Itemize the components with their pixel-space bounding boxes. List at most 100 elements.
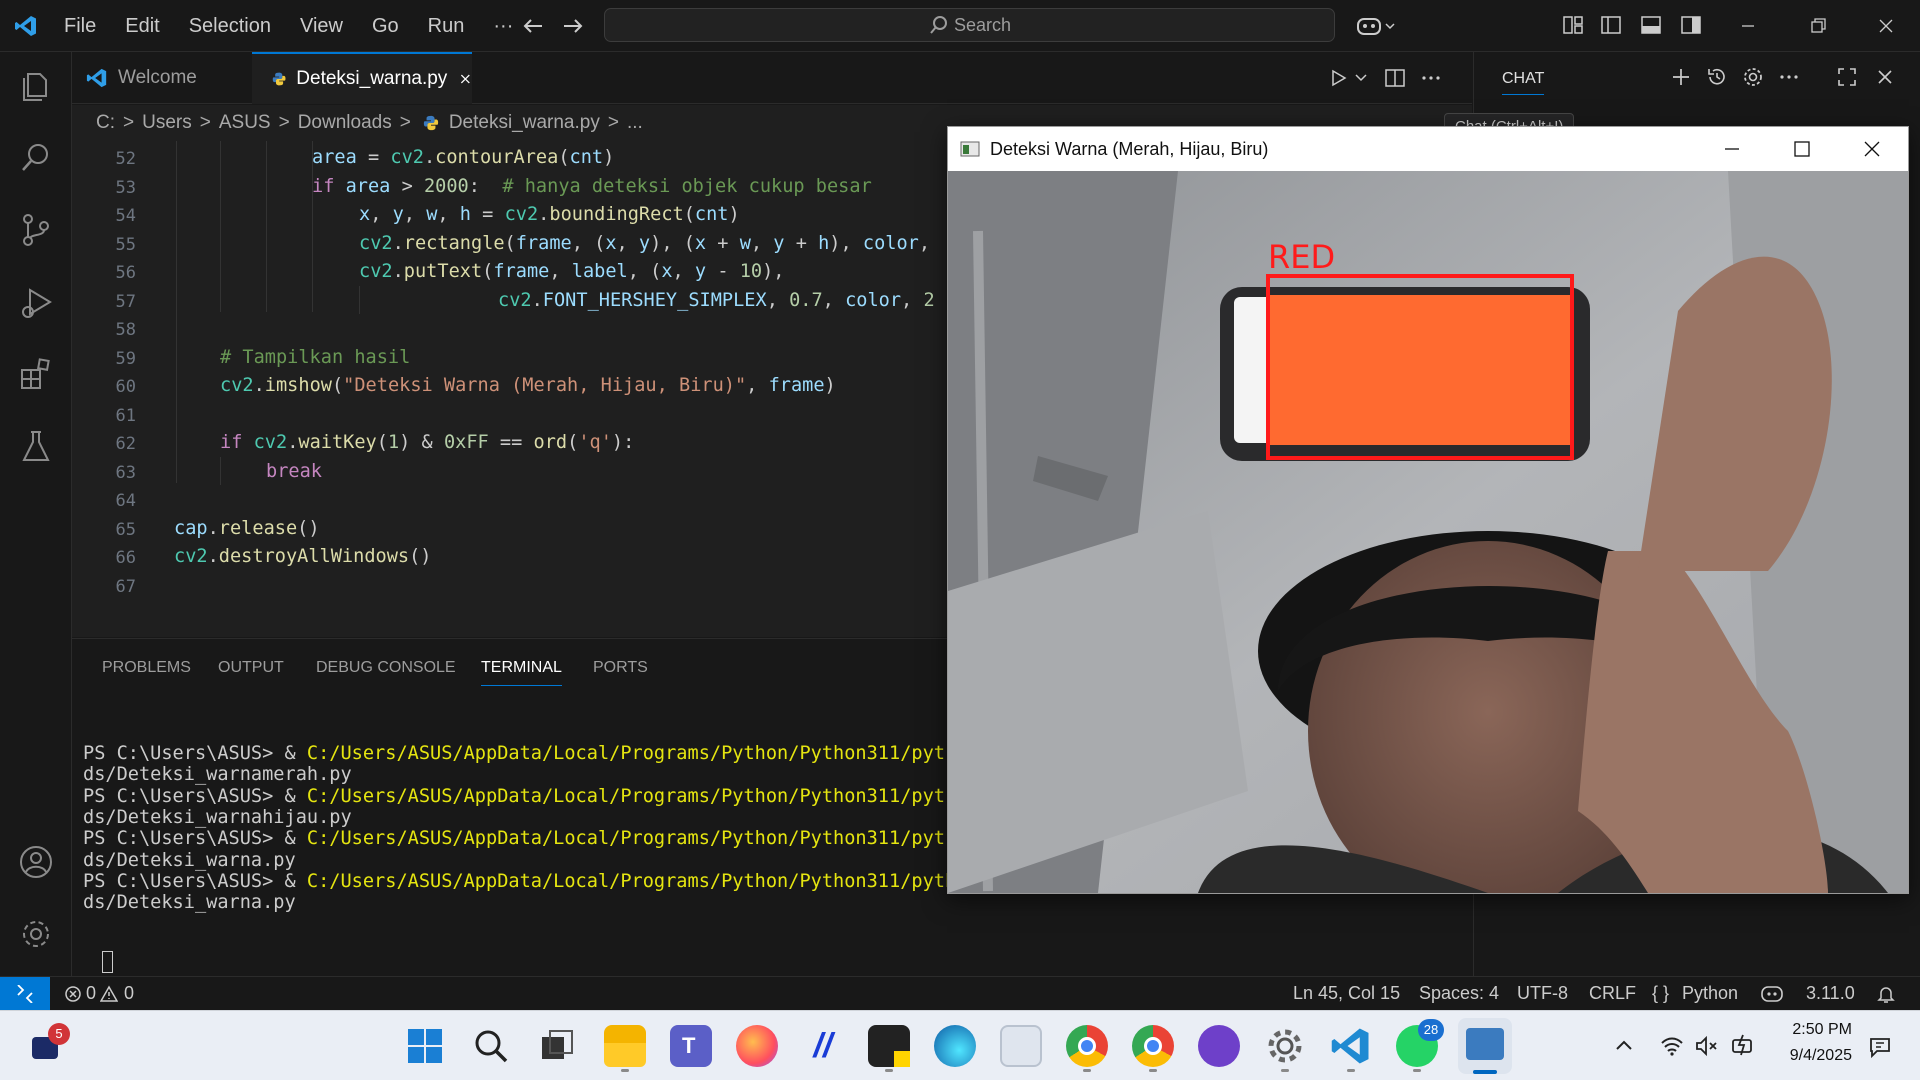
- panel-tab-terminal[interactable]: TERMINAL: [481, 659, 562, 686]
- line-number: 59: [115, 348, 136, 369]
- tab-close-icon[interactable]: [459, 71, 472, 87]
- breadcrumb-sep: >: [607, 112, 619, 133]
- terminal-continuation-line: ds/Deteksi_warna.py: [83, 849, 296, 871]
- close-icon[interactable]: [1876, 16, 1896, 36]
- run-debug-icon[interactable]: [18, 284, 54, 320]
- tab-deteksi-warna[interactable]: Deteksi_warna.py: [252, 52, 472, 104]
- minimize-icon[interactable]: [1738, 16, 1758, 36]
- panel-tab-debug-console[interactable]: DEBUG CONSOLE: [316, 659, 456, 677]
- breadcrumb-users[interactable]: Users: [142, 112, 192, 134]
- teams-icon[interactable]: T: [670, 1025, 712, 1067]
- copilot-icon[interactable]: [1356, 14, 1396, 38]
- breadcrumb-downloads[interactable]: Downloads: [298, 112, 392, 134]
- python-version[interactable]: 3.11.0: [1806, 983, 1855, 1004]
- menu-selection[interactable]: Selection: [189, 15, 271, 38]
- breadcrumb-file[interactable]: Deteksi_warna.py: [449, 112, 600, 134]
- notifications-bell-icon[interactable]: [1876, 984, 1896, 1004]
- error-icon: [65, 985, 81, 1002]
- menu-edit[interactable]: Edit: [125, 15, 159, 38]
- line-number: 56: [115, 263, 136, 283]
- menu-run[interactable]: Run: [428, 15, 465, 38]
- testing-icon[interactable]: [18, 428, 54, 464]
- encoding[interactable]: UTF-8: [1517, 983, 1568, 1004]
- new-chat-plus-icon[interactable]: [1670, 66, 1692, 88]
- github-desktop-icon[interactable]: [1198, 1025, 1240, 1067]
- wifi-icon[interactable]: [1660, 1035, 1684, 1057]
- window-maximize-icon[interactable]: [1792, 139, 1812, 159]
- task-view-icon[interactable]: [536, 1025, 578, 1067]
- panel-tab-problems[interactable]: PROBLEMS: [102, 659, 191, 677]
- notepad-slash-icon[interactable]: //: [802, 1025, 844, 1067]
- toggle-primary-sidebar-icon[interactable]: [1600, 14, 1622, 36]
- chat-tab[interactable]: CHAT: [1502, 70, 1545, 95]
- menu-more[interactable]: ···: [493, 15, 513, 38]
- settings-gear-icon[interactable]: [1264, 1025, 1306, 1067]
- indentation[interactable]: Spaces: 4: [1419, 983, 1499, 1004]
- notification-badge: 5: [48, 1023, 70, 1045]
- problems-indicator[interactable]: 0 0: [64, 983, 134, 1004]
- search-input[interactable]: Search: [604, 8, 1335, 42]
- chat-settings-gear-icon[interactable]: [1742, 66, 1764, 88]
- python-window-taskbar-button[interactable]: [1458, 1018, 1512, 1074]
- opencv-window[interactable]: Deteksi Warna (Merah, Hijau, Biru) RED: [947, 126, 1909, 894]
- breadcrumb-symbol[interactable]: ...: [627, 112, 643, 134]
- window-minimize-icon[interactable]: [1722, 139, 1742, 159]
- terminal-cursor: [102, 951, 113, 973]
- windows-start-icon[interactable]: [404, 1025, 446, 1067]
- split-editor-icon[interactable]: [1384, 67, 1406, 89]
- breadcrumb-asus[interactable]: ASUS: [219, 112, 271, 134]
- maximize-chat-icon[interactable]: [1836, 66, 1858, 88]
- run-file-icon[interactable]: [1328, 68, 1348, 88]
- window-close-icon[interactable]: [1862, 139, 1882, 159]
- show-hidden-icons-chevron-icon[interactable]: [1614, 1037, 1634, 1053]
- taskbar-search-icon[interactable]: [470, 1025, 512, 1067]
- clock-time[interactable]: 2:50 PM: [1790, 1021, 1852, 1039]
- menu-view[interactable]: View: [300, 15, 343, 38]
- remote-indicator[interactable]: [0, 977, 50, 1010]
- menu-file[interactable]: File: [64, 15, 96, 38]
- breadcrumb-drive[interactable]: C:: [96, 112, 115, 134]
- sticky-notes-icon[interactable]: [868, 1025, 910, 1067]
- taskbar-app-icon[interactable]: [1000, 1025, 1042, 1067]
- customize-layout-icon[interactable]: [1562, 14, 1584, 36]
- line-ending[interactable]: CRLF: [1589, 983, 1636, 1004]
- search-view-icon[interactable]: [18, 140, 54, 176]
- toggle-panel-icon[interactable]: [1640, 14, 1662, 36]
- file-explorer-icon[interactable]: [604, 1025, 646, 1067]
- tab-welcome[interactable]: Welcome: [72, 52, 252, 104]
- clock-date[interactable]: 9/4/2025: [1770, 1047, 1852, 1065]
- chrome-profile-1-icon[interactable]: [1066, 1025, 1108, 1067]
- panel-tab-output[interactable]: OUTPUT: [218, 659, 284, 677]
- firefox-icon[interactable]: [736, 1025, 778, 1067]
- opencv-window-titlebar[interactable]: Deteksi Warna (Merah, Hijau, Biru): [948, 127, 1908, 171]
- panel-tab-ports[interactable]: PORTS: [593, 659, 648, 677]
- volume-muted-icon[interactable]: [1694, 1035, 1720, 1057]
- back-arrow-icon[interactable]: [520, 14, 546, 38]
- chrome-profile-2-icon[interactable]: [1132, 1025, 1174, 1067]
- vscode-taskbar-icon[interactable]: [1330, 1025, 1372, 1067]
- restore-icon[interactable]: [1808, 16, 1828, 36]
- whatsapp-icon[interactable]: 28: [1396, 1019, 1444, 1067]
- toggle-secondary-sidebar-icon[interactable]: [1680, 14, 1702, 36]
- edge-icon[interactable]: [934, 1025, 976, 1067]
- copilot-status-icon[interactable]: [1760, 984, 1784, 1004]
- line-number: 63: [115, 462, 136, 483]
- notification-center-icon[interactable]: [1868, 1035, 1892, 1059]
- explorer-icon[interactable]: [18, 68, 54, 104]
- source-control-icon[interactable]: [18, 212, 54, 248]
- chat-history-icon[interactable]: [1706, 66, 1728, 88]
- editor-more-icon[interactable]: [1420, 67, 1442, 89]
- opencv-window-title: Deteksi Warna (Merah, Hijau, Biru): [990, 138, 1269, 159]
- forward-arrow-icon[interactable]: [560, 14, 586, 38]
- extensions-icon[interactable]: [18, 356, 54, 392]
- language-mode[interactable]: Python: [1682, 983, 1738, 1004]
- account-icon[interactable]: [18, 844, 54, 880]
- manage-gear-icon[interactable]: [18, 916, 54, 952]
- battery-charging-icon[interactable]: [1730, 1033, 1756, 1057]
- taskbar-store-app[interactable]: 5: [30, 1023, 72, 1067]
- menu-go[interactable]: Go: [372, 15, 399, 38]
- chat-more-icon[interactable]: [1778, 66, 1800, 88]
- close-chat-icon[interactable]: [1874, 66, 1896, 88]
- cursor-position[interactable]: Ln 45, Col 15: [1293, 983, 1400, 1004]
- run-dropdown-chevron-icon[interactable]: [1354, 72, 1368, 84]
